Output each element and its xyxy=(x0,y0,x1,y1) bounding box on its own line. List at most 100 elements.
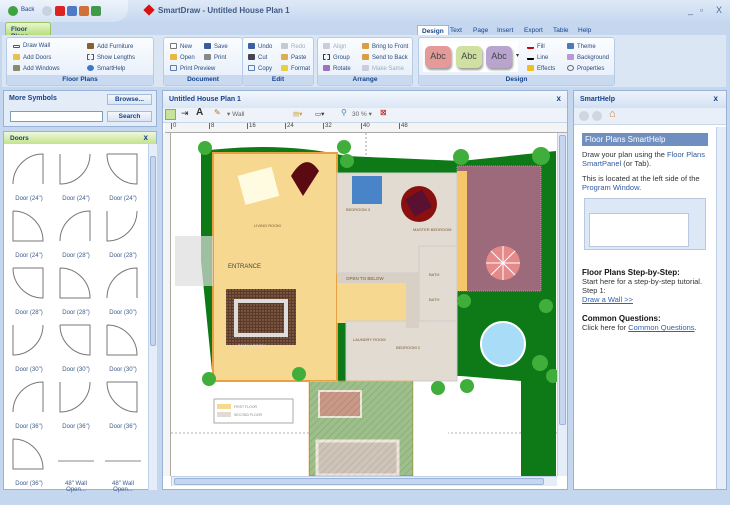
horizontal-scrollbar[interactable] xyxy=(171,476,557,486)
powerpoint-export-icon[interactable] xyxy=(79,6,89,16)
symbol-item[interactable]: Door (30") xyxy=(102,319,144,373)
new-icon xyxy=(170,43,177,49)
paste-button[interactable]: Paste xyxy=(281,54,306,61)
word-export-icon[interactable] xyxy=(67,6,77,16)
save-button[interactable]: Save xyxy=(204,43,228,50)
clear-format-icon[interactable]: ⊠ xyxy=(380,108,387,117)
design-group: Abc Abc Abc ▾ Fill Line Effects Theme Ba… xyxy=(418,37,615,86)
background-button[interactable]: Background xyxy=(567,54,609,61)
add-furniture-button[interactable]: Add Furniture xyxy=(87,43,133,50)
symbol-item[interactable]: Door (24") xyxy=(8,205,50,259)
print-button[interactable]: Print xyxy=(204,54,226,61)
wall-style-dropdown[interactable]: ▾ Wall xyxy=(227,110,244,118)
help-forward-icon[interactable] xyxy=(592,111,602,121)
group-button[interactable]: Group xyxy=(323,54,350,61)
document-close-button[interactable]: x xyxy=(557,94,561,103)
symbol-item[interactable]: Door (28") xyxy=(55,262,97,316)
symbol-item[interactable]: Door (24") xyxy=(8,148,50,202)
scrollbar-thumb[interactable] xyxy=(150,156,156,346)
select-tool-icon[interactable] xyxy=(165,109,176,120)
draw-a-wall-link[interactable]: Draw a Wall >> xyxy=(582,295,633,304)
back-icon[interactable] xyxy=(8,6,18,16)
back-button[interactable]: Back xyxy=(21,7,34,13)
style-swatch-red[interactable]: Abc xyxy=(425,46,451,68)
copy-button[interactable]: Copy xyxy=(248,65,272,72)
line-button[interactable]: Line xyxy=(527,54,548,61)
symbol-item[interactable]: Door (24") xyxy=(55,148,97,202)
align-button[interactable]: Align xyxy=(323,43,346,50)
theme-button[interactable]: Theme xyxy=(567,43,596,50)
help-home-icon[interactable]: ⌂ xyxy=(609,108,616,120)
search-button[interactable]: Search xyxy=(107,111,152,122)
common-questions-link[interactable]: Common Questions xyxy=(628,323,694,332)
scrollbar-thumb[interactable] xyxy=(174,478,544,485)
open-button[interactable]: Open xyxy=(170,54,195,61)
send-to-back-button[interactable]: Send to Back xyxy=(362,54,408,61)
symbol-item[interactable]: Door (28") xyxy=(102,205,144,259)
undo-button[interactable]: Undo xyxy=(248,43,272,50)
smarthelp-button[interactable]: SmartHelp xyxy=(87,65,125,72)
window-title: SmartDraw - Untitled House Plan 1 xyxy=(158,6,290,15)
symbol-label: Door (28") xyxy=(109,253,137,259)
format-painter-button[interactable]: Format xyxy=(281,65,310,72)
symbol-item[interactable]: Door (30") xyxy=(8,319,50,373)
fill-tool-icon[interactable]: ▤▾ xyxy=(293,110,302,118)
text-tool-icon[interactable]: A xyxy=(196,107,203,118)
print-preview-button[interactable]: Print Preview xyxy=(170,65,215,72)
style-swatch-purple[interactable]: Abc xyxy=(486,46,512,68)
cut-button[interactable]: Cut xyxy=(248,54,267,61)
pen-tool-icon[interactable]: ✎ xyxy=(214,108,221,117)
zoom-icon[interactable]: ⚲ xyxy=(341,108,347,117)
effects-button[interactable]: Effects xyxy=(527,65,555,72)
bring-to-front-button[interactable]: Bring to Front xyxy=(362,43,408,50)
make-same-button[interactable]: Make Same xyxy=(362,65,404,72)
symbol-item[interactable]: Door (28") xyxy=(8,262,50,316)
vertical-scrollbar[interactable] xyxy=(557,133,567,476)
symbol-item[interactable]: Door (28") xyxy=(55,205,97,259)
shape-tool-icon[interactable]: ▭▾ xyxy=(315,110,324,118)
minimize-button[interactable]: _ xyxy=(688,5,693,15)
symbol-item[interactable]: Door (36") xyxy=(102,376,144,430)
print-preview-icon xyxy=(170,65,177,71)
browse-button[interactable]: Browse... xyxy=(107,94,152,105)
library-close-button[interactable]: x xyxy=(144,133,148,142)
forward-icon[interactable] xyxy=(42,6,52,16)
ruler-tick-label: 16 xyxy=(247,123,256,129)
door-symbol-icon xyxy=(58,460,94,462)
symbol-search-input[interactable] xyxy=(10,111,103,122)
symbol-item[interactable]: Door (36") xyxy=(55,376,97,430)
close-button[interactable]: X xyxy=(716,5,722,15)
symbol-item[interactable]: Door (36") xyxy=(8,433,50,487)
properties-button[interactable]: Properties xyxy=(567,65,604,72)
zoom-dropdown[interactable]: 30 % ▾ xyxy=(352,110,372,118)
redo-button[interactable]: Redo xyxy=(281,43,305,50)
symbol-item[interactable]: Door (36") xyxy=(8,376,50,430)
symbol-item[interactable]: Door (24") xyxy=(102,148,144,202)
new-button[interactable]: New xyxy=(170,43,192,50)
library-scrollbar[interactable] xyxy=(148,144,157,490)
floor-plan-canvas[interactable]: LIVING ROOM ENTRANCE OPEN TO BELOW FAMIL… xyxy=(171,133,557,476)
help-back-icon[interactable] xyxy=(579,111,589,121)
connector-tool-icon[interactable]: ⇥ xyxy=(181,108,189,119)
show-lengths-button[interactable]: Show Lengths xyxy=(87,54,135,61)
symbol-item[interactable]: Door (30") xyxy=(55,319,97,373)
symbol-item[interactable]: 48" Wall Open... xyxy=(55,433,97,493)
restore-button[interactable]: ▫ xyxy=(700,5,703,15)
more-symbols-title: More Symbols xyxy=(9,95,57,102)
fill-button[interactable]: Fill xyxy=(527,43,545,50)
style-swatch-green[interactable]: Abc xyxy=(456,46,482,68)
help-scrollbar[interactable] xyxy=(716,127,726,489)
draw-wall-button[interactable]: Draw Wall xyxy=(13,43,50,49)
smarthelp-close-button[interactable]: x xyxy=(714,94,718,103)
symbol-item[interactable]: Door (30") xyxy=(102,262,144,316)
scrollbar-thumb[interactable] xyxy=(559,135,566,425)
rotate-button[interactable]: Rotate xyxy=(323,65,351,72)
add-windows-button[interactable]: Add Windows xyxy=(13,65,60,72)
tab-floor-plans[interactable]: Floor Plans xyxy=(5,22,51,40)
legend-label: FIRST FLOOR xyxy=(234,405,258,409)
add-doors-button[interactable]: Add Doors xyxy=(13,54,51,61)
excel-export-icon[interactable] xyxy=(91,6,101,16)
symbol-item[interactable]: 48" Wall Open... xyxy=(102,433,144,493)
style-gallery-dropdown[interactable]: ▾ xyxy=(516,52,519,59)
pdf-icon[interactable] xyxy=(55,6,65,16)
